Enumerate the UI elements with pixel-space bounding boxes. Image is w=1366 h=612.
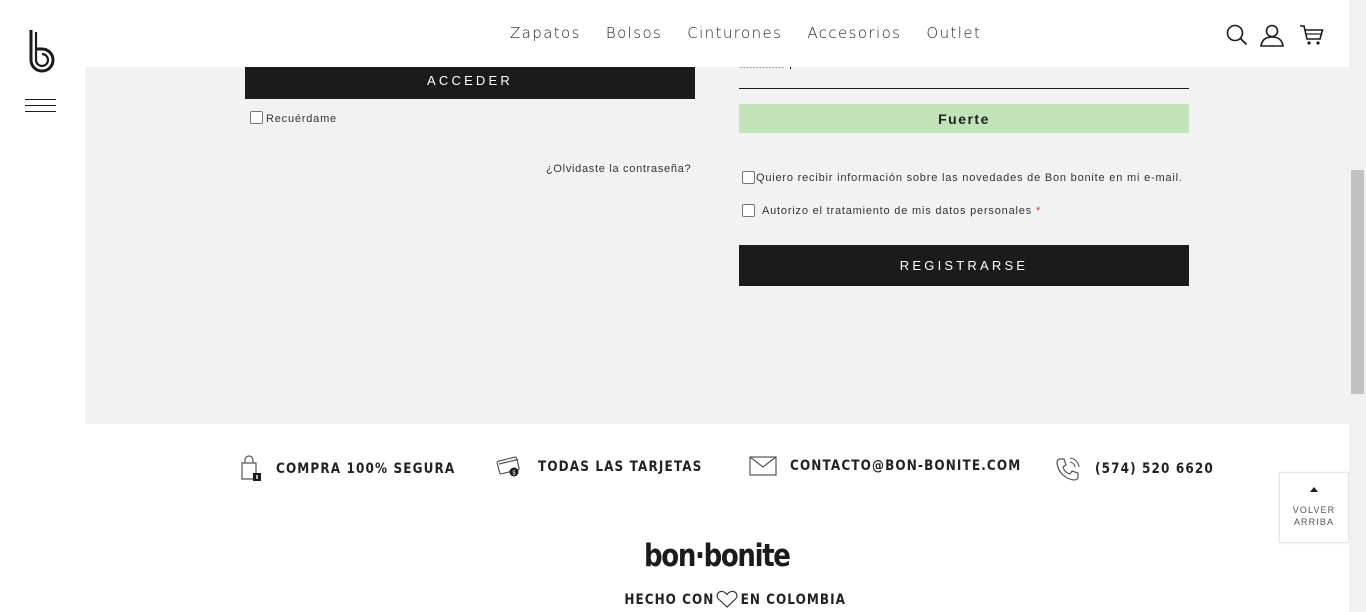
privacy-checkbox[interactable] <box>742 204 755 217</box>
secure-bag-icon <box>241 455 261 481</box>
made-prefix: HECHO CON <box>624 591 715 608</box>
scrollbar-thumb[interactable] <box>1351 170 1364 394</box>
credit-card-icon: $ <box>496 456 520 477</box>
newsletter-consent: Quiero recibir información sobre las nov… <box>742 171 1183 184</box>
remember-me-checkbox[interactable] <box>250 111 263 124</box>
heart-icon <box>716 590 738 608</box>
password-strength-indicator: Fuerte <box>739 104 1189 133</box>
back-to-top-label: VOLVER ARRIBA <box>1292 505 1336 527</box>
feature-phone-number[interactable]: (574) 520 6620 <box>1095 461 1214 477</box>
newsletter-label: Quiero recibir información sobre las nov… <box>756 171 1183 184</box>
feature-secure-label: COMPRA 100% SEGURA <box>276 460 456 477</box>
arrow-up-icon <box>1310 487 1318 492</box>
register-submit-button[interactable]: REGISTRARSE <box>739 245 1189 286</box>
user-icon[interactable] <box>1260 24 1284 47</box>
site-header: Zapatos Bolsos Cinturones Accesorios Out… <box>85 0 1349 67</box>
remember-me-label: Recuérdame <box>266 113 337 125</box>
made-suffix: EN COLOMBIA <box>740 591 846 608</box>
required-mark: * <box>1035 204 1041 217</box>
remember-me: Recuérdame <box>250 110 337 125</box>
svg-text:$: $ <box>512 470 516 477</box>
newsletter-checkbox[interactable] <box>742 171 755 184</box>
features-strip: COMPRA 100% SEGURA $ TODAS LAS TARJETAS … <box>0 455 1349 499</box>
privacy-label: Autorizo el tratamiento de mis datos per… <box>762 204 1032 217</box>
forgot-password-link[interactable]: ¿Olvidaste la contraseña? <box>546 163 691 175</box>
made-in-colombia: HECHO CON EN COLOMBIA <box>617 590 854 609</box>
cart-icon[interactable] <box>1299 24 1324 46</box>
feature-secure: COMPRA 100% SEGURA <box>239 455 485 482</box>
account-section: ACCEDER Recuérdame ¿Olvidaste la contras… <box>85 58 1349 424</box>
nav-item-outlet[interactable]: Outlet <box>926 24 981 42</box>
page-scrollbar[interactable] <box>1349 0 1366 612</box>
search-icon[interactable] <box>1226 24 1248 46</box>
nav-item-zapatos[interactable]: Zapatos <box>510 24 581 42</box>
menu-hamburger-button[interactable] <box>25 98 56 114</box>
feature-cards: $ TODAS LAS TARJETAS <box>496 455 729 479</box>
feature-phone: (574) 520 6620 <box>1054 455 1233 483</box>
feature-cards-label: TODAS LAS TARJETAS <box>538 459 703 475</box>
footer-brand-logo[interactable]: bon·bonite <box>644 538 791 574</box>
mail-icon <box>749 456 777 476</box>
nav-item-cinturones[interactable]: Cinturones <box>687 24 782 42</box>
main-nav: Zapatos Bolsos Cinturones Accesorios Out… <box>510 24 981 42</box>
feature-contact: CONTACTO@BON-BONITE.COM <box>749 455 1059 477</box>
nav-item-bolsos[interactable]: Bolsos <box>606 24 662 42</box>
left-rail <box>0 0 85 612</box>
brand-logo[interactable] <box>26 28 58 76</box>
back-to-top-button[interactable]: VOLVER ARRIBA <box>1279 472 1349 543</box>
phone-icon <box>1056 457 1080 481</box>
feature-contact-email[interactable]: CONTACTO@BON-BONITE.COM <box>790 458 1021 474</box>
privacy-consent: Autorizo el tratamiento de mis datos per… <box>742 204 1040 217</box>
nav-item-accesorios[interactable]: Accesorios <box>807 24 901 42</box>
